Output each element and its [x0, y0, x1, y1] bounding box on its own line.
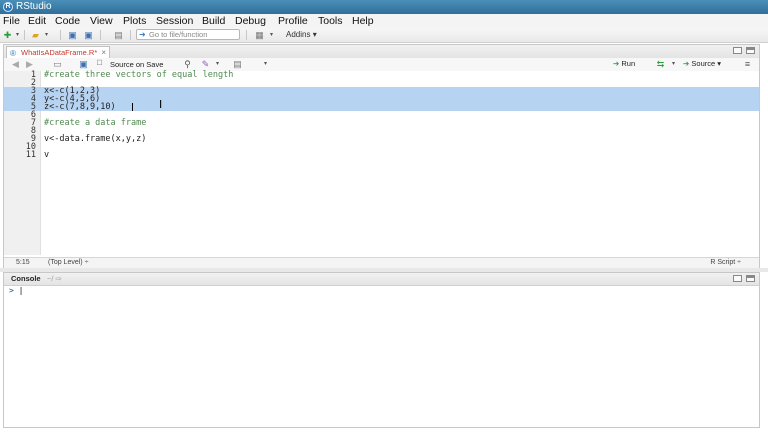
code-tools-dropdown-icon[interactable]: ▾: [212, 59, 223, 69]
code-text: #create a data frame: [44, 118, 147, 128]
code-line[interactable]: 9 v<-data.frame(x,y,z): [4, 134, 759, 144]
working-directory-path[interactable]: ~/ ⇨: [47, 274, 62, 283]
go-to-placeholder: Go to file/function: [149, 30, 208, 39]
source-on-save-checkbox[interactable]: ☐: [94, 59, 105, 69]
code-tools-wand-icon[interactable]: ✎: [200, 59, 211, 69]
source-arrow-icon: ➔: [683, 59, 690, 68]
forward-arrow-icon[interactable]: ▶: [24, 59, 35, 69]
search-icon[interactable]: ⚲: [182, 59, 193, 69]
rstudio-logo-icon: R: [3, 2, 13, 12]
code-line[interactable]: 2: [4, 79, 759, 88]
code-line[interactable]: 10: [4, 143, 759, 152]
source-editor-pane: ® WhatIsADataFrame.R* × ◀ ▶ ▭ ▣ ☐ Source…: [3, 44, 760, 268]
save-file-icon[interactable]: ▣: [78, 59, 89, 69]
save-icon[interactable]: ▣: [67, 30, 78, 40]
menu-code[interactable]: Code: [55, 15, 80, 27]
editor-tab-strip: ® WhatIsADataFrame.R* ×: [4, 45, 759, 59]
menu-plots[interactable]: Plots: [123, 15, 146, 27]
close-icon[interactable]: ×: [101, 47, 106, 58]
code-line-selected[interactable]: 4 y<-c(4,5,6): [4, 95, 759, 103]
window-title: RStudio: [16, 1, 52, 12]
console-tab[interactable]: Console: [11, 274, 41, 283]
toolbar-separator: [100, 30, 101, 40]
editor-status-bar: 5:15 (Top Level) ÷ R Script ÷: [4, 257, 759, 268]
menu-debug[interactable]: Debug: [235, 15, 266, 27]
back-arrow-icon[interactable]: ◀: [10, 59, 21, 69]
menu-session[interactable]: Session: [156, 15, 193, 27]
run-button[interactable]: ➔ Run: [613, 59, 635, 69]
code-text: #create three vectors of equal length: [44, 70, 234, 80]
code-line-selected[interactable]: 3 x<-c(1,2,3): [4, 87, 759, 95]
show-in-window-icon[interactable]: ▭: [52, 59, 63, 69]
run-label: Run: [621, 59, 636, 68]
addins-button[interactable]: Addins ▾: [286, 30, 317, 39]
line-number: 11: [25, 150, 36, 160]
minimize-pane-icon[interactable]: [733, 47, 742, 54]
new-file-dropdown-icon[interactable]: ▾: [12, 30, 23, 40]
toolbar-separator: [246, 30, 247, 40]
code-text: v<-data.frame(x,y,z): [44, 134, 147, 144]
code-text: v: [44, 150, 50, 160]
code-line[interactable]: 1 #create three vectors of equal length: [4, 70, 759, 80]
outline-menu-icon[interactable]: ≡: [742, 59, 753, 69]
code-editor[interactable]: 1 #create three vectors of equal length …: [4, 71, 759, 255]
tab-whatisadataframe[interactable]: ® WhatIsADataFrame.R* ×: [6, 46, 110, 58]
prompt-symbol: >: [9, 286, 14, 295]
go-to-file-input[interactable]: ➜ Go to file/function: [136, 29, 240, 40]
tab-label: WhatIsADataFrame.R*: [21, 48, 98, 57]
console-header: Console ~/ ⇨: [4, 273, 759, 286]
code-text: z<-c(7,8,9,10): [44, 102, 116, 112]
code-line-selected[interactable]: 5 z<-c(7,8,9,10) I: [4, 98, 759, 112]
addins-label: Addins: [286, 30, 311, 39]
mouse-ibeam-cursor-icon: I: [159, 98, 163, 111]
run-arrow-icon: ➔: [613, 59, 620, 68]
menu-tools[interactable]: Tools: [318, 15, 343, 27]
more-options-dropdown-icon[interactable]: ▾: [260, 59, 271, 69]
text-cursor: [132, 103, 133, 111]
workspace-panes-dropdown-icon[interactable]: ▾: [266, 30, 277, 40]
source-on-save-label: Source on Save: [110, 60, 164, 69]
source-button[interactable]: ➔ Source ▾: [683, 59, 721, 69]
menu-profile[interactable]: Profile: [278, 15, 308, 27]
workspace-panes-icon[interactable]: ▦: [254, 30, 265, 40]
cursor-position: 5:15: [16, 259, 30, 266]
source-label: Source: [691, 59, 716, 68]
console-prompt[interactable]: > |: [9, 286, 23, 295]
maximize-pane-icon[interactable]: [746, 275, 755, 282]
file-type-selector[interactable]: R Script ÷: [710, 258, 741, 268]
open-folder-icon[interactable]: ▰: [30, 30, 41, 40]
toolbar-separator: [60, 30, 61, 40]
maximize-pane-icon[interactable]: [746, 47, 755, 54]
menu-file[interactable]: File: [3, 15, 20, 27]
title-bar: R RStudio: [0, 0, 768, 14]
toolbar-separator: [24, 30, 25, 40]
menu-view[interactable]: View: [90, 15, 113, 27]
re-run-dropdown-icon[interactable]: ▾: [668, 59, 679, 69]
go-to-arrow-icon: ➜: [139, 30, 146, 39]
console-pane: Console ~/ ⇨ > |: [3, 272, 760, 428]
menu-build[interactable]: Build: [202, 15, 225, 27]
toolbar-separator: [130, 30, 131, 40]
menu-bar: File Edit Code View Plots Session Build …: [0, 14, 768, 28]
scope-selector[interactable]: (Top Level) ÷: [48, 258, 88, 268]
open-recent-dropdown-icon[interactable]: ▾: [41, 30, 52, 40]
code-line[interactable]: 11 v: [4, 150, 759, 160]
main-toolbar: ✚ ▾ ▰ ▾ ▣ ▣ ▤ ➜ Go to file/function ▦ ▾ …: [0, 28, 768, 43]
save-all-icon[interactable]: ▣: [83, 30, 94, 40]
menu-help[interactable]: Help: [352, 15, 374, 27]
code-line[interactable]: 7 #create a data frame: [4, 118, 759, 128]
print-icon[interactable]: ▤: [113, 30, 124, 40]
re-run-icon[interactable]: ⇆: [655, 59, 666, 69]
menu-edit[interactable]: Edit: [28, 15, 46, 27]
minimize-pane-icon[interactable]: [733, 275, 742, 282]
compile-report-icon[interactable]: ▤: [232, 59, 243, 69]
